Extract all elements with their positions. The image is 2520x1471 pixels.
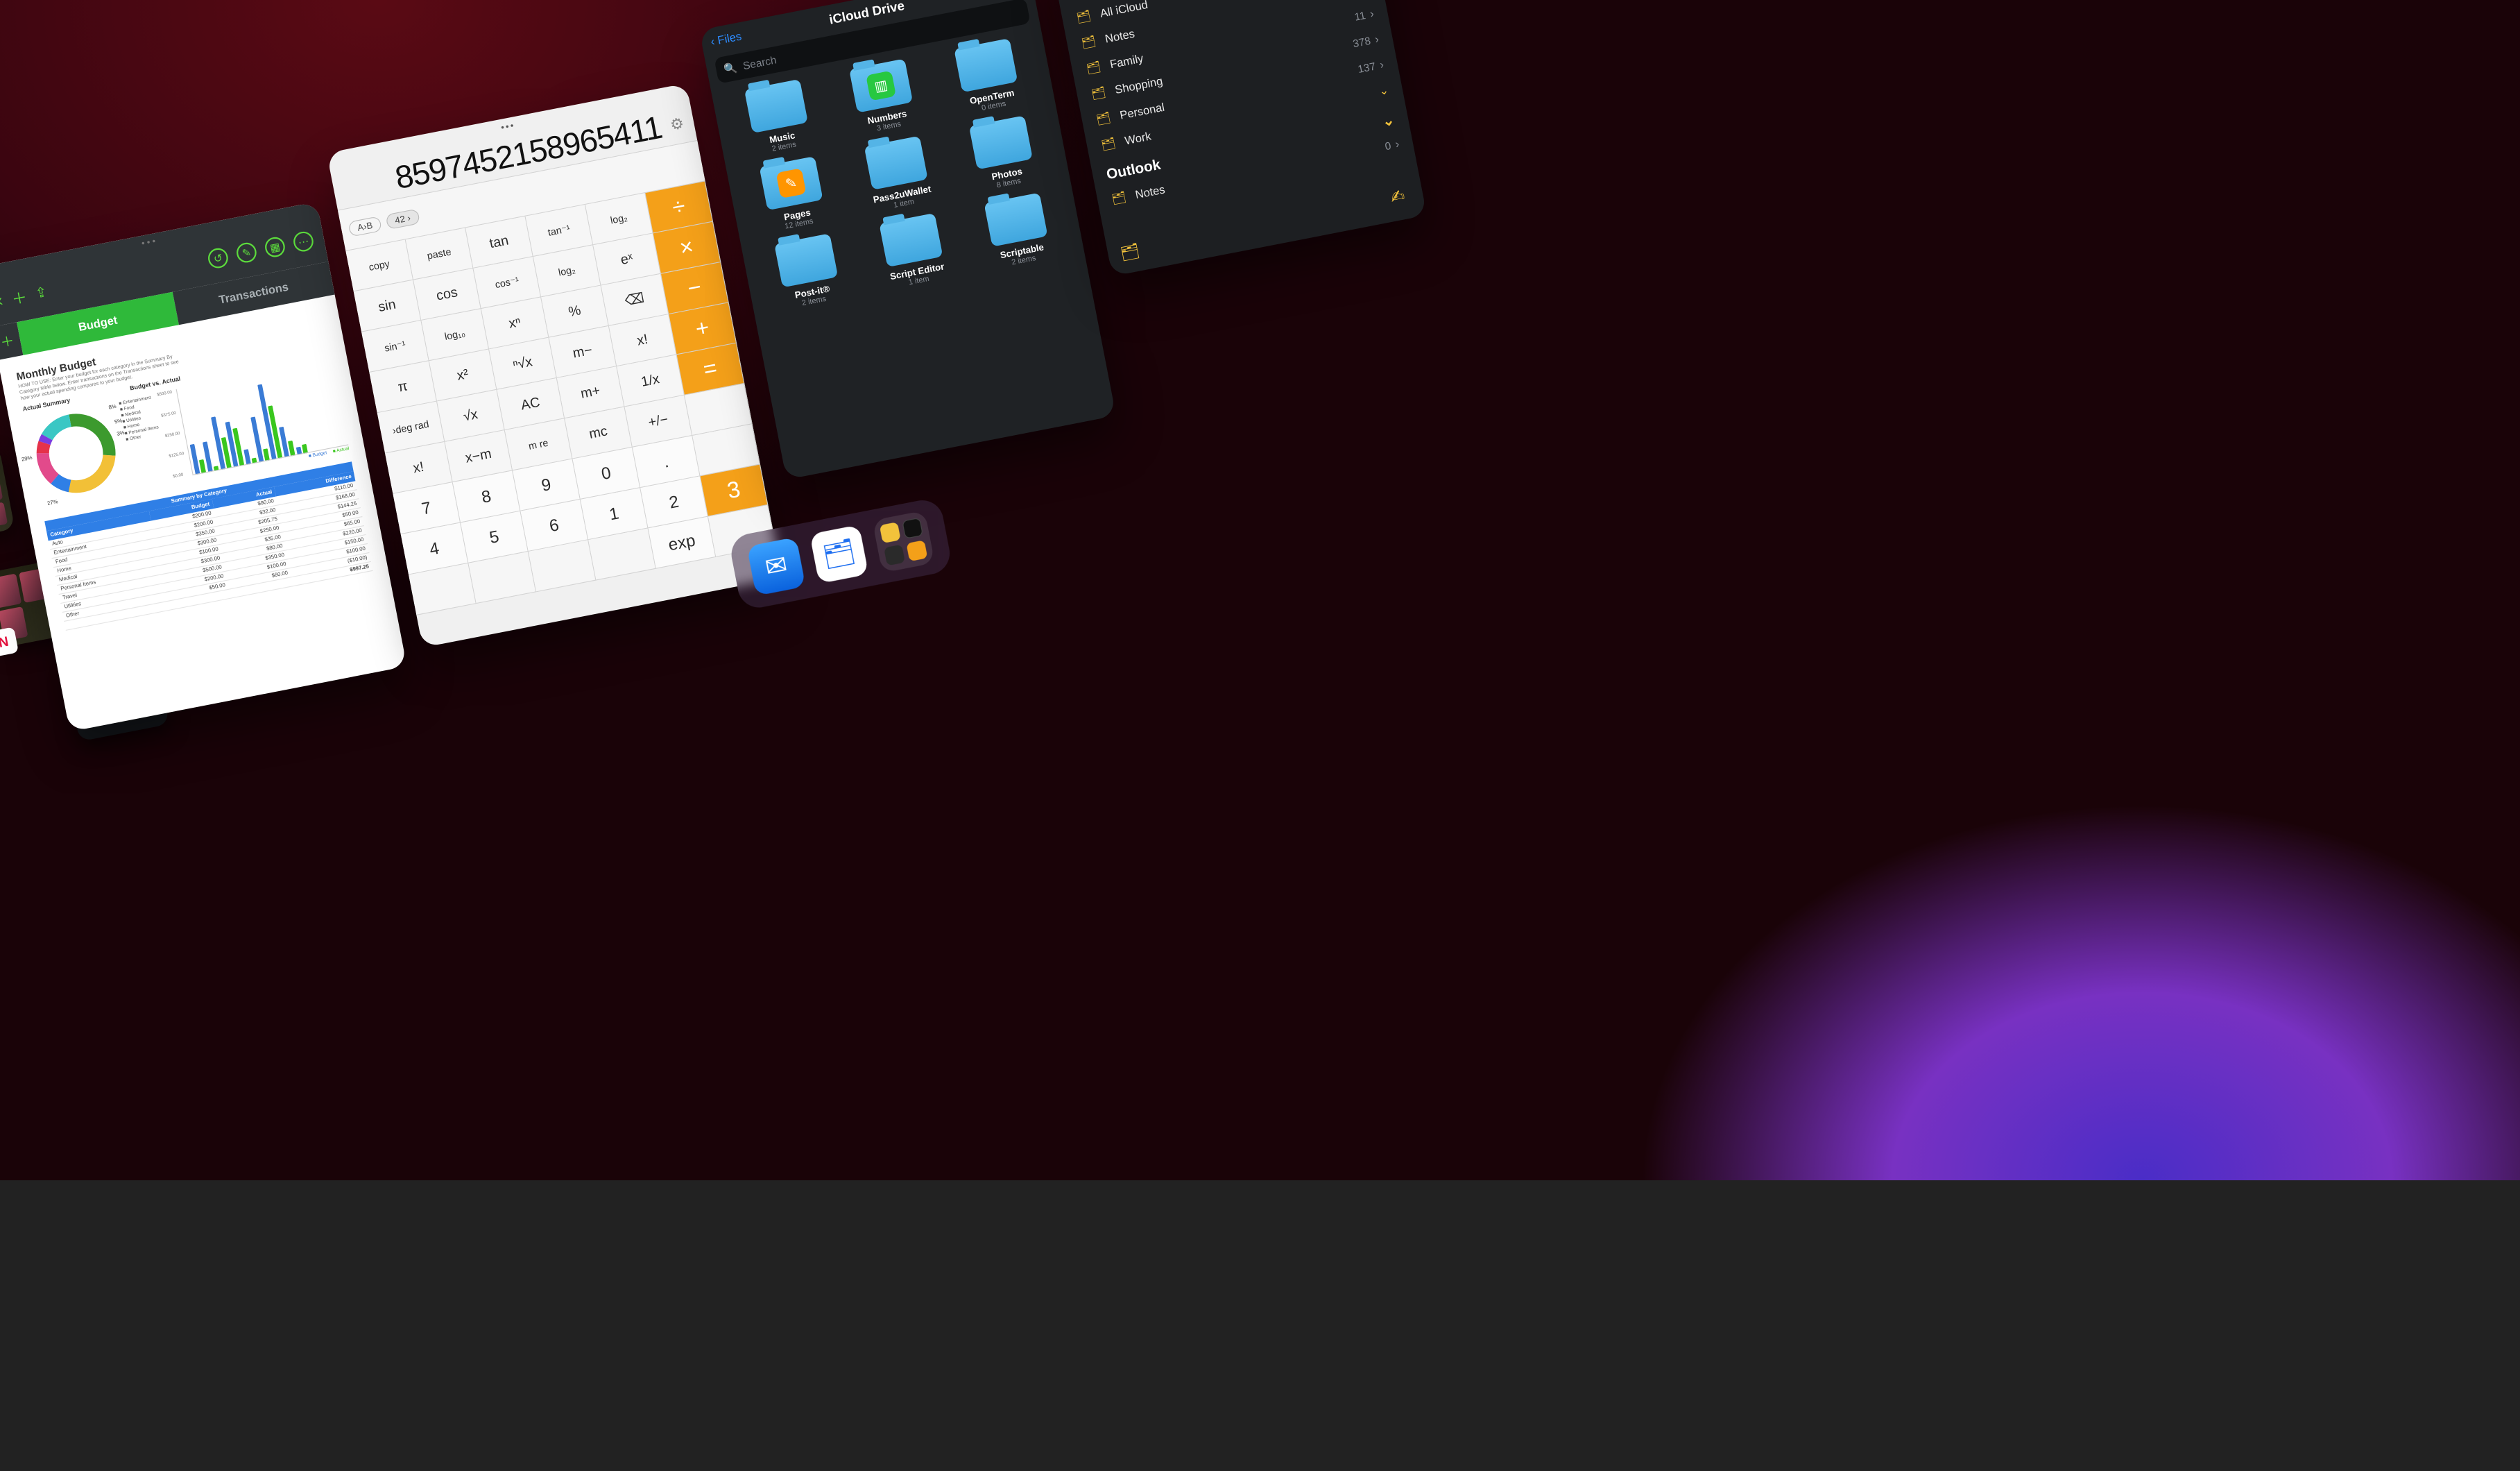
folder-openterm[interactable]: OpenTerm0 items	[932, 34, 1044, 120]
donut-pct-4: 3%	[117, 431, 125, 438]
donut-pct-3: 5%	[114, 418, 123, 425]
folder-icon: 🗂	[1080, 34, 1097, 51]
folder-music[interactable]: Music2 items	[723, 75, 834, 161]
folder-icon: 🗂	[1075, 8, 1092, 25]
chevron-icon: ›	[1379, 58, 1385, 71]
chevron-icon: ⌄	[1378, 84, 1390, 99]
folder-numbers[interactable]: ▥Numbers3 items	[828, 54, 939, 140]
folder-photos[interactable]: Photos8 items	[948, 111, 1059, 197]
notes-window[interactable]: 👥Shared›iCloud⌄🗂All iCloud1,225›🗂Notes51…	[1049, 0, 1427, 276]
mini-app-icon	[884, 544, 905, 566]
folder-icon: 🗂	[1099, 136, 1117, 153]
dock-mail-icon[interactable]: ✉︎	[746, 537, 805, 596]
compose-icon[interactable]: ✍︎	[1382, 182, 1413, 212]
folder-icon: 🗂	[1095, 110, 1112, 127]
brush-icon[interactable]: ✎	[235, 241, 259, 264]
folder-icon: ✎	[760, 156, 823, 210]
calculator-window[interactable]: ••• 8597452158965411 ⚙ A›B 42 › copypast…	[327, 83, 782, 647]
donut-pct-1: 27%	[47, 500, 59, 507]
notes-folder-label: All iCloud	[1099, 0, 1149, 20]
notes-folder-list: 👥Shared›iCloud⌄🗂All iCloud1,225›🗂Notes51…	[1049, 0, 1415, 215]
notes-folder-label: Work	[1124, 130, 1152, 148]
folder-post-it-[interactable]: Post-it®2 items	[753, 229, 864, 315]
folder-icon	[969, 115, 1033, 169]
notes-folder-count: 0	[1384, 139, 1392, 152]
numbers-window[interactable]: ••• ‹ ＋ ⇪ ↺ ✎ ▦ ⋯ ＋ Budget Transactions …	[0, 202, 407, 732]
pill-answer[interactable]: 42 ›	[385, 208, 420, 230]
files-grid: Music2 items▥Numbers3 itemsOpenTerm0 ite…	[712, 32, 1084, 317]
bar-pair	[251, 416, 271, 463]
mini-app-icon	[906, 540, 927, 561]
share-icon[interactable]: ⇪	[34, 284, 49, 302]
chevron-icon: ›	[1369, 7, 1375, 20]
more-icon[interactable]: ⋯	[292, 230, 316, 253]
donut-pct-0: 29%	[22, 455, 33, 463]
numbers-icon: ▥	[866, 71, 896, 101]
bar-pair	[190, 443, 207, 475]
bar-pair	[225, 420, 245, 468]
chevron-icon: ›	[1394, 137, 1400, 151]
notes-folder-count	[1373, 86, 1375, 98]
mini-app-icon	[902, 518, 923, 539]
folder-script-editor[interactable]: Script Editor1 item	[857, 209, 969, 295]
notes-folder-label: Notes	[1134, 182, 1166, 201]
bar-pair	[211, 416, 232, 470]
donut-chart: 29% 27% 8% 5% 3%	[25, 402, 128, 505]
add-icon[interactable]: ＋	[10, 284, 29, 309]
bar-pair	[244, 448, 257, 466]
notes-folder-count: 137	[1357, 60, 1377, 75]
pill-ab[interactable]: A›B	[348, 216, 382, 237]
mini-app-icon	[880, 522, 901, 543]
side-thumb-music[interactable]: Essentials ♪	[0, 446, 15, 546]
notes-folder-count: 11	[1353, 8, 1366, 22]
chevron-icon: ›	[1373, 33, 1380, 46]
folder-icon	[984, 193, 1047, 247]
bar-pair	[203, 441, 219, 473]
calc-keypad: A›B 42 › copypastetantan⁻¹log₂÷sincoscos…	[338, 140, 776, 615]
search-placeholder: Search	[742, 53, 777, 72]
pages-icon: ✎	[776, 168, 807, 198]
bar-pair	[258, 383, 283, 460]
bar-pair	[280, 426, 296, 458]
notes-folder-label: Personal	[1119, 101, 1165, 122]
folder-icon	[744, 79, 808, 133]
search-icon: 🔍	[723, 60, 738, 76]
dock-files-icon[interactable]: 🗂	[809, 525, 868, 584]
notes-folder-label: Notes	[1104, 27, 1135, 46]
stage-manager: n 9 Essentials ♪ N ••• ‹ ＋ ⇪ ↺ ✎ ▦ ⋯ ＋ B…	[0, 0, 2520, 1471]
donut-pct-2: 8%	[108, 405, 117, 411]
folder-pages[interactable]: ✎Pages12 items	[737, 152, 849, 238]
notes-folder-count: 378	[1352, 34, 1372, 49]
back-icon[interactable]: ‹	[0, 290, 4, 311]
folder-icon: 🗂	[1085, 60, 1102, 76]
table-icon[interactable]: ▦	[264, 235, 287, 259]
folder-icon	[774, 233, 838, 287]
dock-app-folder[interactable]	[872, 510, 934, 572]
notes-folder-label: Family	[1109, 52, 1145, 71]
folder-icon: ▥	[849, 58, 913, 112]
folder-scriptable[interactable]: Scriptable2 items	[962, 188, 1074, 274]
folder-pass2uwallet[interactable]: Pass2uWallet1 item	[842, 132, 954, 218]
folder-icon: 🗂	[1090, 85, 1107, 101]
new-folder-icon[interactable]: 🗂	[1119, 241, 1142, 263]
files-window[interactable]: ‹ Files iCloud Drive 🔍 Search Music2 ite…	[699, 0, 1116, 479]
folder-icon	[954, 38, 1018, 92]
folder-icon	[879, 213, 943, 267]
legend-actual: Actual	[332, 447, 350, 454]
folder-icon	[864, 136, 928, 190]
bar-pair	[296, 444, 309, 455]
notes-folder-label: Shopping	[1114, 74, 1164, 96]
undo-icon[interactable]: ↺	[207, 246, 230, 270]
folder-icon: 🗂	[1110, 190, 1127, 207]
gear-icon[interactable]: ⚙	[669, 113, 685, 135]
